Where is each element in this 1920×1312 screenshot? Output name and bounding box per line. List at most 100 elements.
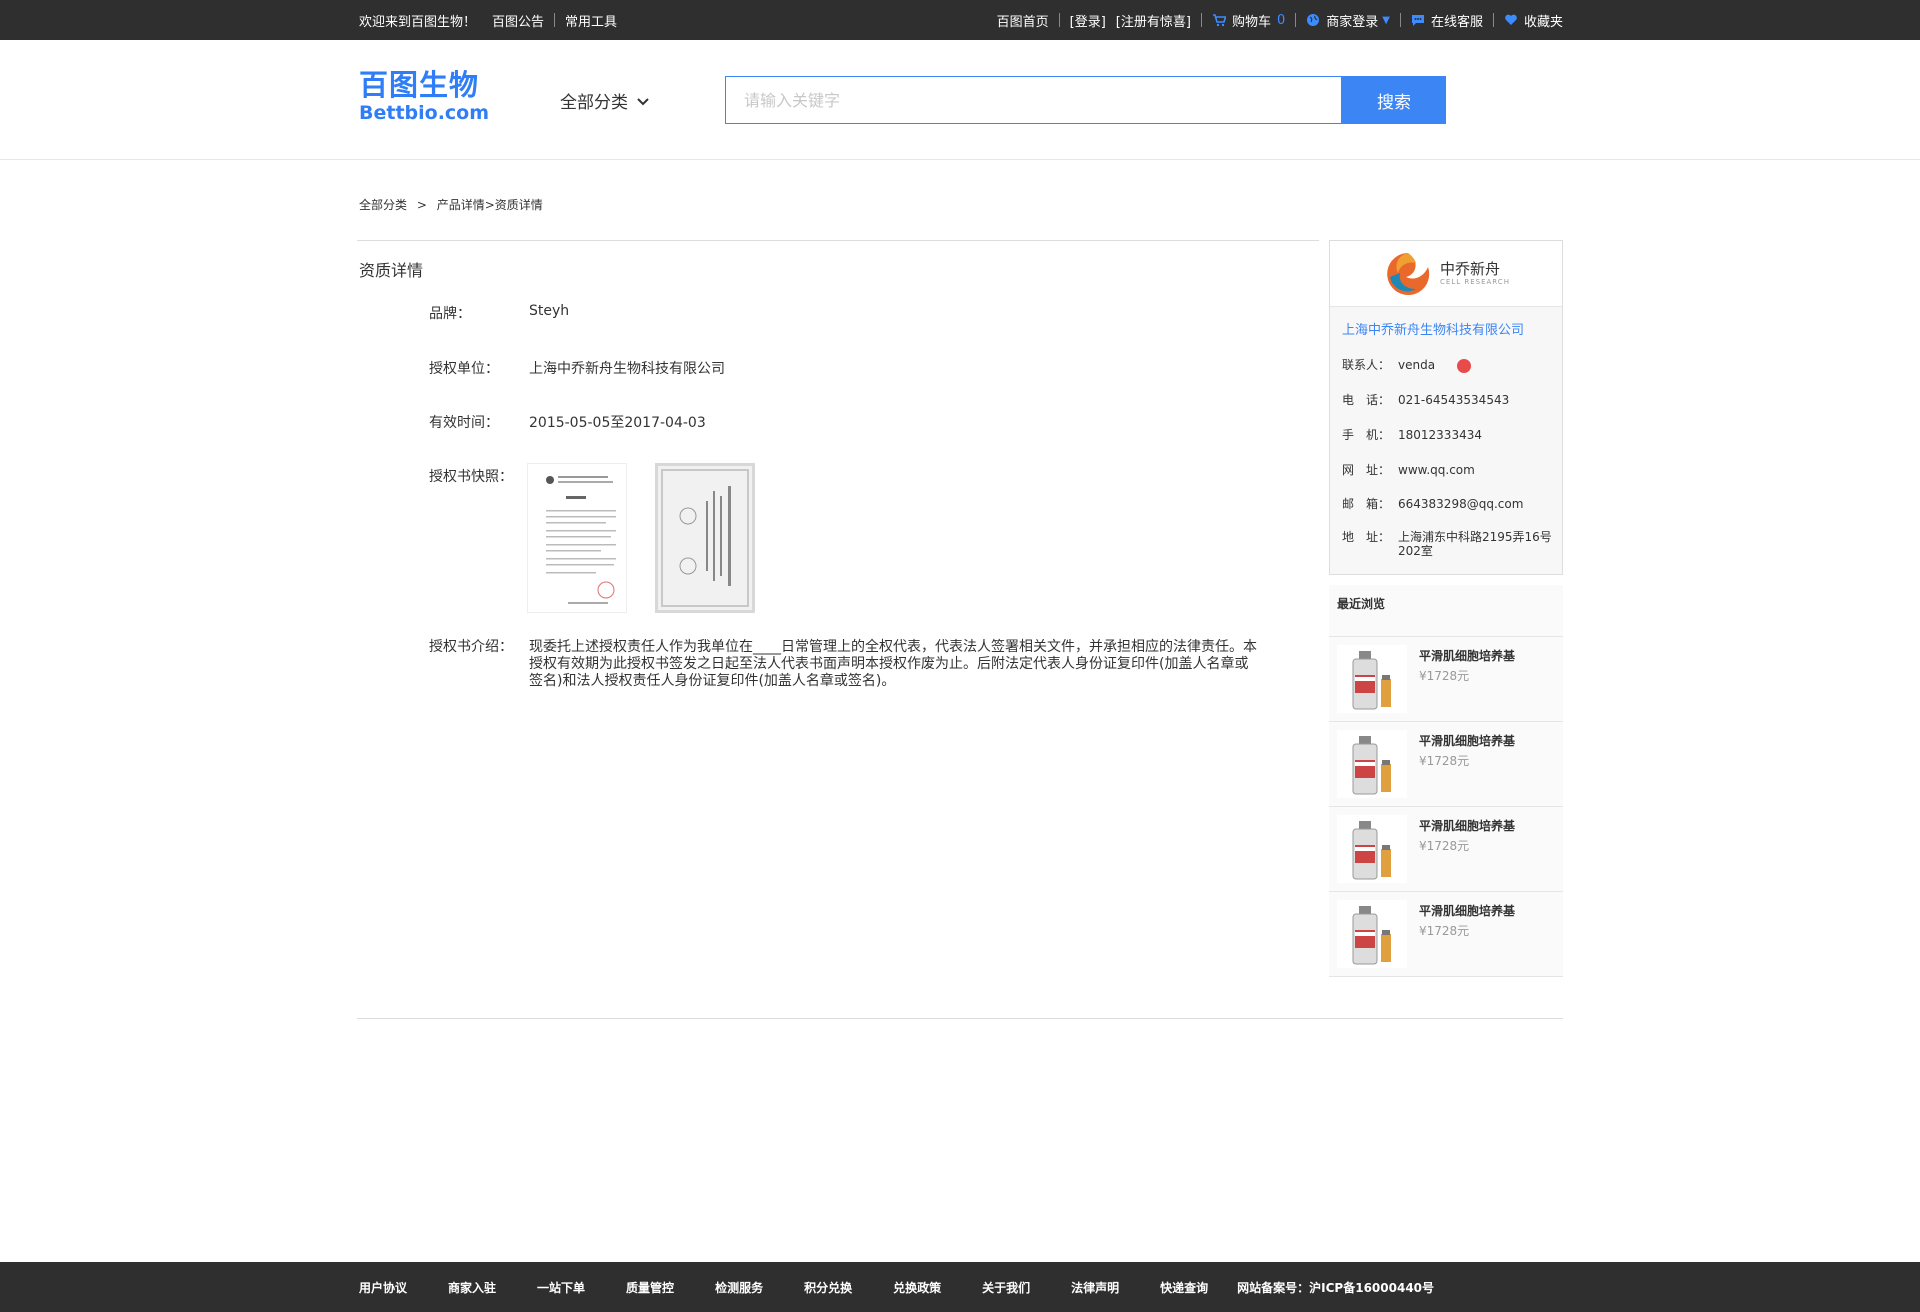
welcome-text: 欢迎来到百图生物！ xyxy=(359,14,477,30)
search-button[interactable]: 搜索 xyxy=(1342,76,1446,124)
footer-link[interactable]: 积分兑换 xyxy=(804,1279,852,1296)
logo-en: Bettbio.com xyxy=(359,102,490,124)
brand-value: Steyh xyxy=(529,303,570,319)
bottle-icon xyxy=(1352,736,1391,795)
email-label: 邮 箱： xyxy=(1342,496,1391,511)
footer: 用户协议 商家入驻 一站下单 质量管控 检测服务 积分兑换 兑换政策 关于我们 法律声明 快递查询… xyxy=(0,1262,1920,1312)
email-value[interactable]: 664383298@qq.com xyxy=(1398,497,1558,511)
footer-link[interactable]: 快递查询 xyxy=(1160,1279,1208,1296)
brand-label: 品牌： xyxy=(429,306,471,322)
divider xyxy=(1492,13,1494,27)
recent-item-name[interactable]: 平滑肌细胞培养基 xyxy=(1419,902,1515,919)
certificate-thumbnail-1[interactable] xyxy=(527,463,627,613)
breadcrumb-path[interactable]: 产品详情>资质详情 xyxy=(437,198,543,212)
brand-row: 品牌： Steyh xyxy=(429,303,569,323)
bottle-icon xyxy=(1352,906,1391,965)
product-image xyxy=(1337,645,1407,713)
web-row: 网 址： www.qq.com xyxy=(1330,463,1562,477)
divider xyxy=(1399,13,1401,27)
valid-value: 2015-05-05至2017-04-03 xyxy=(529,415,706,431)
recent-item-name[interactable]: 平滑肌细胞培养基 xyxy=(1419,732,1515,749)
web-label: 网 址： xyxy=(1342,462,1391,477)
web-value[interactable]: www.qq.com xyxy=(1398,463,1558,477)
product-image xyxy=(1337,730,1407,798)
cart-label: 购物车 xyxy=(1231,14,1271,30)
service-link[interactable]: 在线客服 xyxy=(1411,11,1483,30)
recent-item[interactable]: 平滑肌细胞培养基 ¥1728元 xyxy=(1329,807,1563,892)
footer-link[interactable]: 用户协议 xyxy=(359,1279,407,1296)
intro-label: 授权书介绍： xyxy=(429,639,513,655)
unit-label: 授权单位： xyxy=(429,361,499,377)
certificate-thumbnail-2[interactable] xyxy=(655,463,755,613)
footer-link[interactable]: 关于我们 xyxy=(982,1279,1030,1296)
footer-link[interactable]: 检测服务 xyxy=(715,1279,763,1296)
login-link[interactable]: [登录] xyxy=(1070,11,1106,30)
unit-value: 上海中乔新舟生物科技有限公司 xyxy=(529,361,725,377)
cart-count: 0 xyxy=(1276,12,1286,28)
favorites-link[interactable]: 收藏夹 xyxy=(1504,11,1563,30)
search-input[interactable] xyxy=(725,76,1342,124)
company-name-link[interactable]: 上海中乔新舟生物科技有限公司 xyxy=(1330,307,1562,338)
divider xyxy=(1200,13,1202,27)
recent-item-name[interactable]: 平滑肌细胞培养基 xyxy=(1419,817,1515,834)
certificate-icon xyxy=(661,469,749,607)
address-value: 上海浦东中科路2195弄16号202室 xyxy=(1398,529,1552,558)
chevron-down-icon xyxy=(637,97,649,105)
recent-item[interactable]: 平滑肌细胞培养基 ¥1728元 xyxy=(1329,722,1563,807)
cart-link[interactable]: 购物车 0 xyxy=(1212,11,1285,30)
snapshot-thumbnails xyxy=(527,463,755,613)
footer-link[interactable]: 兑换政策 xyxy=(893,1279,941,1296)
home-link[interactable]: 百图首页 xyxy=(997,11,1049,30)
qualification-detail: 资质详情 品牌： Steyh 授权单位： 上海中乔新舟生物科技有限公司 有效时间… xyxy=(357,240,1319,900)
recent-item-name[interactable]: 平滑肌细胞培养基 xyxy=(1419,647,1515,664)
mobile-row: 手 机： 18012333434 xyxy=(1330,428,1562,442)
chat-badge-icon[interactable] xyxy=(1457,358,1472,373)
site-logo[interactable]: 百图生物 Bettbio.com xyxy=(359,68,489,124)
search-bar: 搜索 xyxy=(725,76,1446,124)
valid-label: 有效时间： xyxy=(429,415,499,431)
company-logo-name: 中乔新舟 xyxy=(1440,260,1501,278)
recent-item[interactable]: 平滑肌细胞培养基 ¥1728元 xyxy=(1329,892,1563,977)
footer-link[interactable]: 质量管控 xyxy=(626,1279,674,1296)
register-link[interactable]: [注册有惊喜] xyxy=(1116,11,1191,30)
product-image xyxy=(1337,900,1407,968)
breadcrumb-root[interactable]: 全部分类 xyxy=(359,198,407,212)
main-area: 全部分类 > 产品详情>资质详情 资质详情 品牌： Steyh 授权单位： 上海… xyxy=(357,160,1563,1019)
recent-item-price: ¥1728元 xyxy=(1419,839,1470,853)
notice-link[interactable]: 百图公告 xyxy=(492,11,544,30)
snapshot-label: 授权书快照： xyxy=(429,469,513,485)
category-label: 全部分类 xyxy=(560,93,628,113)
logo-cn: 百图生物 xyxy=(359,68,480,102)
category-dropdown[interactable]: 全部分类 xyxy=(560,88,650,113)
email-row: 邮 箱： 664383298@qq.com xyxy=(1330,497,1562,511)
contact-label: 联系人： xyxy=(1342,358,1391,372)
company-logo-sub: CELL RESEARCH xyxy=(1440,278,1510,286)
heart-icon xyxy=(1505,14,1517,25)
divider xyxy=(1058,13,1060,27)
globe-icon xyxy=(1307,14,1320,26)
document-icon xyxy=(546,476,616,604)
sidebar: 中乔新舟 CELL RESEARCH 上海中乔新舟生物科技有限公司 联系人： v… xyxy=(1329,240,1563,977)
contact-value: venda xyxy=(1398,358,1436,372)
footer-link[interactable]: 法律声明 xyxy=(1071,1279,1119,1296)
divider xyxy=(1295,13,1297,27)
company-logo[interactable]: 中乔新舟 CELL RESEARCH xyxy=(1330,241,1562,307)
intro-value: 现委托上述授权责任人作为我单位在____日常管理上的全权代表，代表法人签署相关文… xyxy=(529,639,1257,689)
merchant-login-link[interactable]: 商家登录 ▼ xyxy=(1306,11,1390,30)
phone-label: 电 话： xyxy=(1342,392,1391,407)
mobile-value: 18012333434 xyxy=(1398,427,1482,442)
address-label: 地 址： xyxy=(1342,529,1391,544)
intro-row: 授权书介绍： 现委托上述授权责任人作为我单位在____日常管理上的全权代表，代表… xyxy=(429,639,1259,690)
snapshot-row: 授权书快照： xyxy=(429,466,529,486)
footer-link[interactable]: 商家入驻 xyxy=(448,1279,496,1296)
merchant-login-label: 商家登录 xyxy=(1326,14,1379,30)
recent-item[interactable]: 平滑肌细胞培养基 ¥1728元 xyxy=(1329,637,1563,722)
recent-item-price: ¥1728元 xyxy=(1419,924,1470,938)
phone-row: 电 话： 021-64543534543 xyxy=(1330,393,1562,407)
recent-item-price: ¥1728元 xyxy=(1419,754,1470,768)
phone-value: 021-64543534543 xyxy=(1398,392,1510,407)
icp-record: 网站备案号：沪ICP备16000440号 xyxy=(1237,1280,1435,1295)
tools-link[interactable]: 常用工具 xyxy=(565,11,617,30)
contact-row: 联系人： venda xyxy=(1330,358,1562,373)
footer-link[interactable]: 一站下单 xyxy=(537,1279,585,1296)
